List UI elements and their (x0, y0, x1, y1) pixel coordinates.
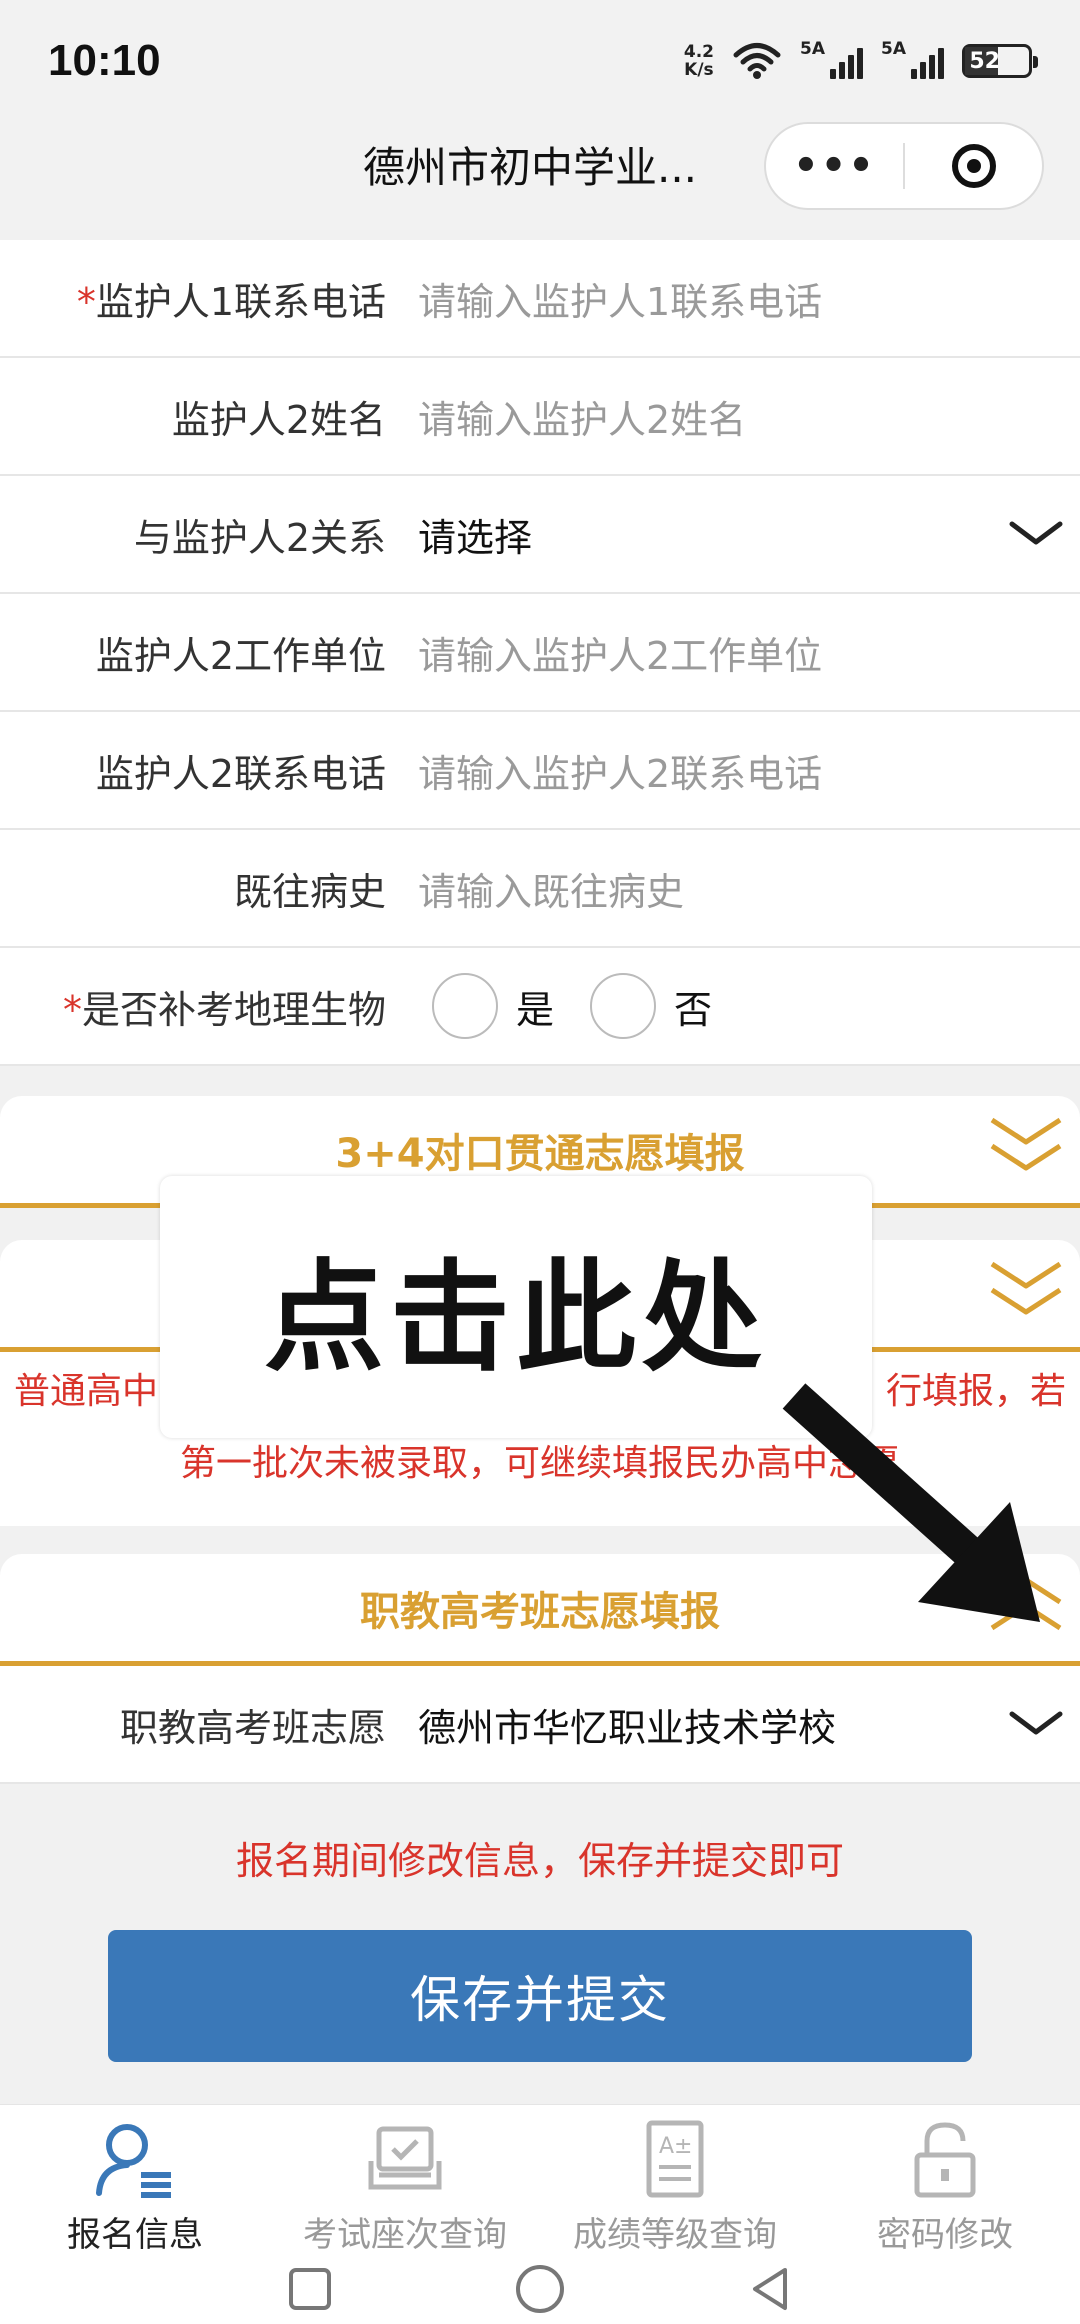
tab-label: 报名信息 (67, 2215, 203, 2255)
app-screen: 10:10 4.2 K/s 5A 5A 52 德州市初中学业... ••• *监… (0, 0, 1080, 2324)
guardian2-phone-input[interactable]: 请输入监护人2联系电话 (418, 743, 822, 798)
title-bar: 德州市初中学业... ••• (0, 120, 1080, 230)
tab-label: 密码修改 (877, 2215, 1013, 2255)
back-button[interactable] (747, 2264, 793, 2314)
status-time: 10:10 (48, 36, 161, 85)
radio-yes[interactable] (432, 973, 498, 1039)
form-row-guardian2-name: 监护人2姓名 请输入监护人2姓名 (0, 358, 1080, 476)
target-icon (951, 144, 996, 188)
lock-icon (903, 2117, 987, 2201)
grade-doc-icon: A± (633, 2117, 717, 2201)
more-icon[interactable]: ••• (766, 143, 903, 189)
field-label: 监护人2联系电话 (95, 751, 386, 796)
arrow-icon (782, 1383, 1040, 1622)
callout-text: 点击此处 (264, 1249, 768, 1388)
miniprogram-capsule: ••• (764, 122, 1044, 210)
tab-label: 考试座次查询 (303, 2215, 507, 2255)
field-label: 监护人1联系电话 (95, 279, 386, 324)
makeup-exam-radio-group: 是 否 (432, 973, 748, 1039)
signal-icon: 5A (881, 39, 944, 79)
battery-icon: 52 (962, 44, 1038, 78)
field-label: 既往病史 (233, 869, 386, 914)
guardian2-employer-input[interactable]: 请输入监护人2工作单位 (418, 625, 822, 680)
tab-label: 成绩等级查询 (573, 2215, 777, 2255)
edit-hint: 报名期间修改信息，保存并提交即可 (235, 1839, 844, 1883)
system-navigation-bar (0, 2254, 1080, 2324)
field-label: 职教高考班志愿 (119, 1705, 386, 1750)
svg-text:A±: A± (659, 2134, 692, 2159)
guardian-form: *监护人1联系电话 请输入监护人1联系电话 监护人2姓名 请输入监护人2姓名 与… (0, 240, 1080, 1066)
user-list-icon (93, 2117, 177, 2201)
form-row-guardian2-employer: 监护人2工作单位 请输入监护人2工作单位 (0, 594, 1080, 712)
field-label: 监护人2工作单位 (95, 633, 386, 678)
field-label: 监护人2姓名 (171, 397, 386, 442)
section-title: 3+4对口贯通志愿填报 (335, 1130, 745, 1177)
chevron-down-icon[interactable] (1006, 1704, 1066, 1744)
save-and-submit-button[interactable]: 保存并提交 (108, 1930, 972, 2062)
field-label: 是否补考地理生物 (81, 987, 386, 1032)
bottom-tabbar: 报名信息 考试座次查询 A± 成绩等级查询 密码修改 (0, 2104, 1080, 2255)
form-row-makeup-exam: *是否补考地理生物 是 否 (0, 948, 1080, 1066)
form-row-vocational-choice[interactable]: 职教高考班志愿 德州市华忆职业技术学校 (0, 1666, 1080, 1784)
status-bar: 10:10 4.2 K/s 5A 5A 52 (0, 0, 1080, 120)
double-chevron-down-icon[interactable] (986, 1254, 1066, 1324)
wifi-icon (733, 43, 781, 79)
form-row-guardian1-phone: *监护人1联系电话 请输入监护人1联系电话 (0, 240, 1080, 358)
close-miniprogram-button[interactable] (905, 144, 1042, 188)
vocational-school-select[interactable]: 德州市华忆职业技术学校 (418, 1697, 836, 1752)
guardian2-name-input[interactable]: 请输入监护人2姓名 (418, 389, 746, 444)
net-speed: 4.2 K/s (683, 42, 714, 80)
click-here-callout: 点击此处 (160, 1176, 872, 1438)
tab-grade-query[interactable]: A± 成绩等级查询 (540, 2105, 810, 2255)
relation-select[interactable]: 请选择 (418, 507, 532, 562)
form-row-medical-history: 既往病史 请输入既往病史 (0, 830, 1080, 948)
section-title: 职教高考班志愿填报 (360, 1588, 720, 1635)
form-row-guardian2-phone: 监护人2联系电话 请输入监护人2联系电话 (0, 712, 1080, 830)
recent-apps-button[interactable] (287, 2266, 333, 2312)
tab-registration-info[interactable]: 报名信息 (0, 2105, 270, 2255)
tab-change-password[interactable]: 密码修改 (810, 2105, 1080, 2255)
medical-history-input[interactable]: 请输入既往病史 (418, 861, 684, 916)
radio-label-no: 否 (674, 987, 713, 1032)
radio-label-yes: 是 (516, 987, 555, 1032)
signal-icon: 5A (800, 39, 863, 79)
tab-seat-query[interactable]: 考试座次查询 (270, 2105, 540, 2255)
form-row-guardian2-relation[interactable]: 与监护人2关系 请选择 (0, 476, 1080, 594)
field-label: 与监护人2关系 (133, 515, 386, 560)
guardian1-phone-input[interactable]: 请输入监护人1联系电话 (418, 271, 822, 326)
status-icons: 4.2 K/s 5A 5A 52 (683, 39, 1038, 80)
home-button[interactable] (513, 2262, 567, 2316)
radio-no[interactable] (590, 973, 657, 1039)
double-chevron-down-icon[interactable] (986, 1110, 1066, 1180)
seat-icon (363, 2117, 447, 2201)
chevron-down-icon[interactable] (1006, 514, 1066, 554)
